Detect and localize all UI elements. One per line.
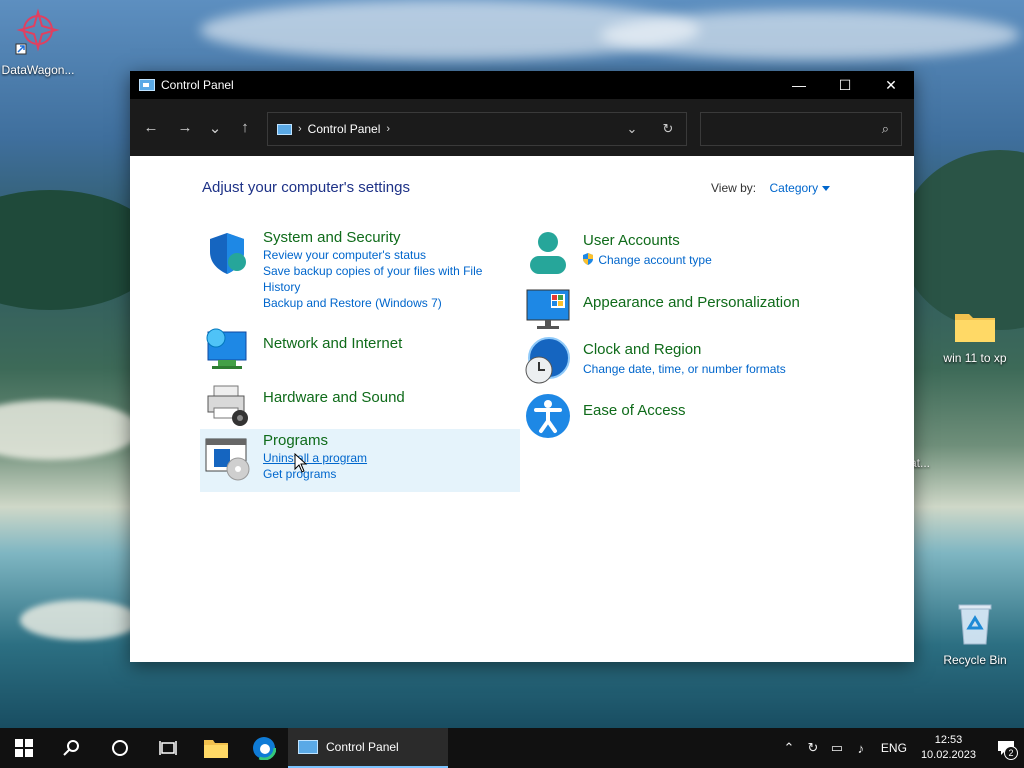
category-clock-region: Clock and Region Change date, time, or n… (583, 341, 786, 377)
link-change-account-type[interactable]: Change account type (583, 252, 712, 268)
link-uninstall-program[interactable]: Uninstall a program (263, 450, 367, 466)
windows-logo-icon (15, 739, 33, 757)
category-title[interactable]: Programs (263, 432, 367, 450)
link-get-programs[interactable]: Get programs (263, 466, 367, 482)
desktop-icon-folder[interactable]: win 11 to xp (937, 308, 1013, 365)
address-dropdown-button[interactable]: ⌄ (614, 121, 650, 137)
task-view-icon (159, 741, 177, 755)
file-explorer-button[interactable] (192, 728, 240, 768)
clock-time: 12:53 (934, 734, 963, 746)
search-button[interactable] (48, 728, 96, 768)
category-title[interactable]: User Accounts (583, 232, 712, 250)
show-hidden-icons-button[interactable]: ⌃ (777, 740, 801, 756)
category-title[interactable]: Network and Internet (263, 335, 402, 353)
folder-icon (204, 740, 228, 758)
user-icon[interactable] (525, 230, 571, 276)
control-panel-icon (139, 79, 155, 91)
view-by-dropdown[interactable]: Category (769, 181, 831, 195)
breadcrumb-separator[interactable]: › (386, 123, 390, 135)
category-title[interactable]: Clock and Region (583, 341, 786, 359)
category-title[interactable]: Appearance and Personalization (583, 294, 800, 312)
page-heading: Adjust your computer's settings (202, 179, 410, 196)
language-indicator[interactable]: ENG (881, 741, 907, 755)
taskbar-app-control-panel[interactable]: Control Panel (288, 728, 448, 768)
start-button[interactable] (0, 728, 48, 768)
view-by-label: View by: (711, 181, 757, 195)
accessibility-icon[interactable] (525, 393, 571, 439)
refresh-button[interactable]: ↻ (650, 121, 686, 137)
category-programs: Programs Uninstall a program Get program… (263, 432, 367, 482)
title-bar[interactable]: Control Panel — ☐ ✕ (130, 71, 914, 99)
control-panel-window: Control Panel — ☐ ✕ ← → ⌄ ↑ › Control Pa… (130, 71, 914, 662)
category-title[interactable]: Hardware and Sound (263, 389, 405, 407)
desktop-icon-datawagon[interactable]: DataWagon... (0, 8, 76, 77)
task-view-button[interactable] (144, 728, 192, 768)
system-tray: ⌃ ↻ ▭ ♪ ENG 12:53 10.02.2023 2 (777, 728, 1024, 768)
link-review-status[interactable]: Review your computer's status (263, 247, 503, 263)
sync-icon[interactable]: ↻ (801, 740, 825, 756)
datawagon-icon (0, 8, 76, 59)
up-button[interactable]: ↑ (230, 113, 260, 143)
search-icon[interactable]: ⌕ (882, 121, 889, 137)
category-system-security: System and Security Review your computer… (263, 229, 503, 311)
display-icon[interactable] (525, 286, 571, 332)
address-bar[interactable]: › Control Panel › ⌄ ↻ (267, 112, 687, 146)
globe-clock-icon[interactable] (523, 336, 570, 384)
category-user-accounts: User Accounts Change account type (583, 232, 712, 268)
forward-button[interactable]: → (170, 113, 200, 143)
maximize-button[interactable]: ☐ (822, 71, 868, 99)
uac-shield-icon (583, 253, 593, 265)
network-globe-icon[interactable] (204, 326, 250, 372)
search-box[interactable]: ⌕ (700, 112, 902, 146)
category-appearance: Appearance and Personalization (583, 294, 800, 312)
shield-icon[interactable] (204, 230, 250, 276)
link-change-date-formats[interactable]: Change date, time, or number formats (583, 361, 786, 377)
category-title[interactable]: System and Security (263, 229, 503, 247)
minimize-button[interactable]: — (776, 71, 822, 99)
mouse-cursor-icon (294, 453, 308, 473)
notification-center-button[interactable]: 2 (988, 728, 1024, 768)
control-panel-icon (298, 740, 318, 754)
volume-icon[interactable]: ♪ (849, 741, 873, 756)
cortana-button[interactable] (96, 728, 144, 768)
category-network-internet: Network and Internet (263, 335, 402, 353)
folder-icon (937, 308, 1013, 347)
circle-icon (112, 740, 128, 756)
dropdown-arrow-icon (822, 186, 831, 192)
link-file-history[interactable]: Save backup copies of your files with Fi… (263, 263, 503, 295)
clock-date: 10.02.2023 (920, 749, 976, 761)
edge-icon (252, 736, 276, 760)
window-title: Control Panel (161, 78, 234, 92)
link-backup-restore[interactable]: Backup and Restore (Windows 7) (263, 295, 503, 311)
programs-icon[interactable] (204, 435, 250, 481)
back-button[interactable]: ← (136, 113, 166, 143)
search-icon (63, 740, 79, 756)
taskbar: Control Panel ⌃ ↻ ▭ ♪ ENG 12:53 10.02.20… (0, 728, 1024, 768)
network-icon[interactable]: ▭ (825, 740, 849, 756)
category-hardware-sound: Hardware and Sound (263, 389, 405, 407)
control-panel-icon (277, 123, 292, 135)
clock[interactable]: 12:53 10.02.2023 (921, 733, 976, 763)
breadcrumb-separator: › (298, 123, 302, 135)
notification-count: 2 (1004, 746, 1018, 760)
category-title[interactable]: Ease of Access (583, 402, 686, 420)
category-ease-of-access: Ease of Access (583, 402, 686, 420)
desktop-icon-recycle-bin[interactable]: Recycle Bin (937, 600, 1013, 667)
close-button[interactable]: ✕ (868, 71, 914, 99)
printer-icon[interactable] (204, 382, 250, 428)
recycle-bin-icon (937, 600, 1013, 649)
recent-locations-button[interactable]: ⌄ (200, 113, 230, 143)
breadcrumb-control-panel[interactable]: Control Panel (308, 122, 381, 136)
content-area: Adjust your computer's settings View by:… (130, 156, 914, 662)
view-by: View by: Category (711, 181, 831, 195)
taskbar-app-label: Control Panel (326, 740, 399, 754)
edge-browser-button[interactable] (240, 728, 288, 768)
